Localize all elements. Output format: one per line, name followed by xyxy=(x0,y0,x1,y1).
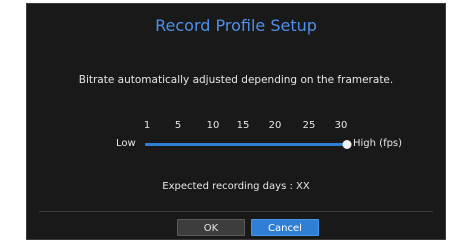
ok-button[interactable]: OK xyxy=(177,219,245,236)
slider-tick-label: 5 xyxy=(174,120,182,131)
slider-tick-label: 20 xyxy=(268,120,282,131)
slider-low-label: Low xyxy=(116,138,136,149)
dialog-title: Record Profile Setup xyxy=(155,16,317,35)
divider xyxy=(39,211,433,212)
dialog-subtitle: Bitrate automatically adjusted depending… xyxy=(78,74,394,86)
slider-tick-label: 25 xyxy=(302,120,316,131)
expected-recording-days: Expected recording days : XX xyxy=(162,181,310,192)
slider-tick-label: 10 xyxy=(206,120,220,131)
slider-tick-label: 15 xyxy=(236,120,250,131)
slider-high-label: High (fps) xyxy=(353,138,403,149)
slider-tick-label: 30 xyxy=(334,120,348,131)
framerate-slider-thumb[interactable] xyxy=(342,140,352,149)
framerate-slider-track[interactable] xyxy=(145,143,349,146)
slider-tick-label: 1 xyxy=(143,120,151,131)
record-profile-dialog: Record Profile Setup Bitrate automatical… xyxy=(26,3,446,240)
cancel-button[interactable]: Cancel xyxy=(251,219,319,236)
